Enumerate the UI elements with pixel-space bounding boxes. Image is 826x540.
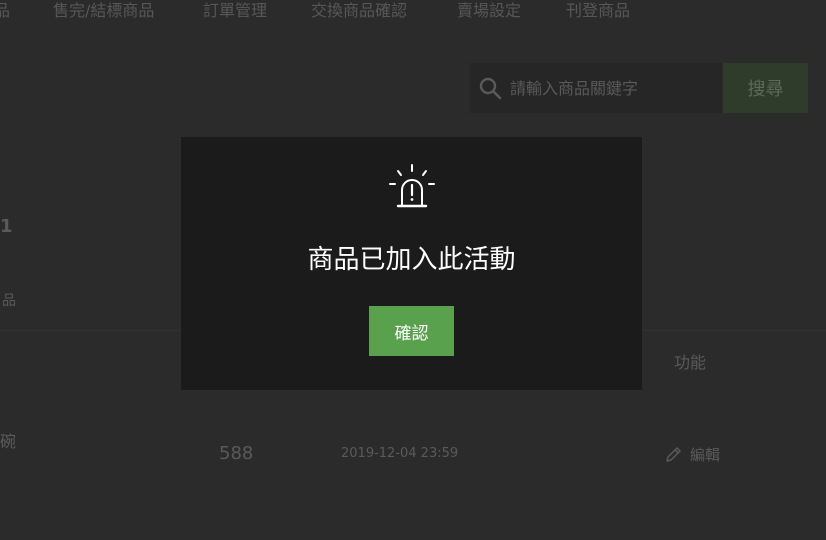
modal-message: 商品已加入此活動 (307, 245, 516, 275)
alert-dialog: 商品已加入此活動 確認 (181, 137, 642, 390)
confirm-button[interactable]: 確認 (369, 306, 454, 356)
alarm-siren-icon (389, 164, 435, 208)
modal-overlay: 商品已加入此活動 確認 (0, 0, 826, 540)
